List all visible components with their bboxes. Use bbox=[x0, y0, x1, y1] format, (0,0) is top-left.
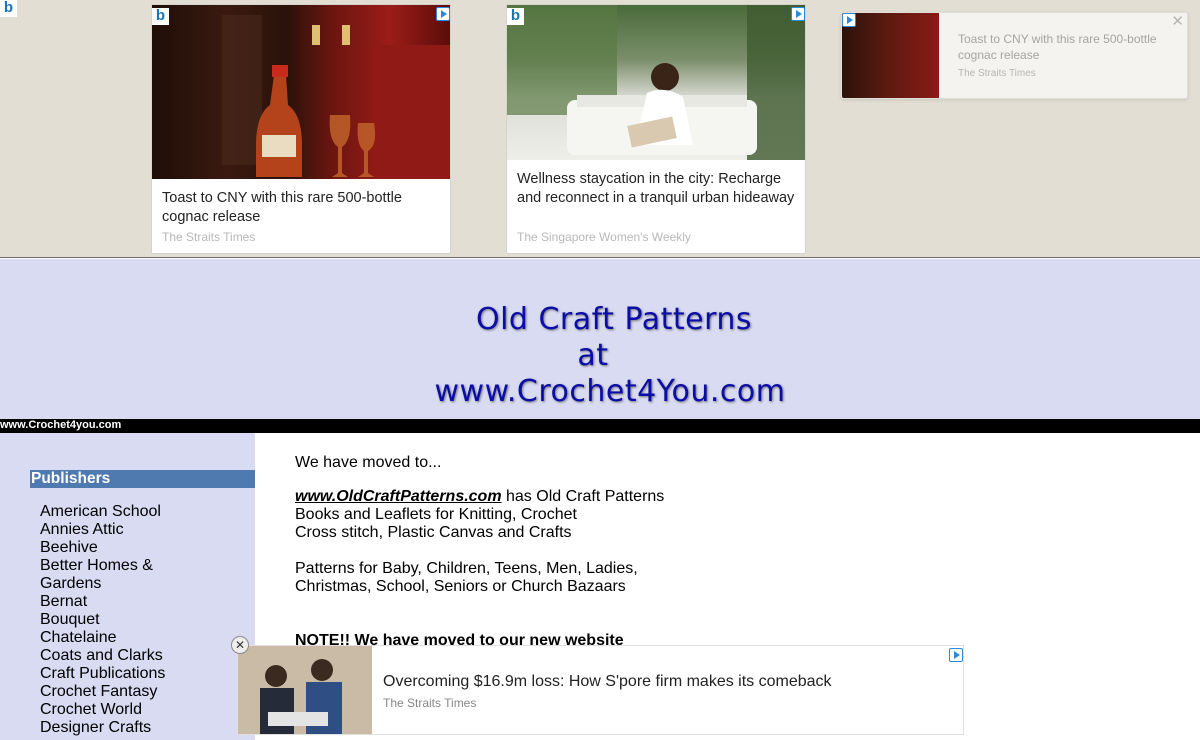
site-url-bar: www.Crochet4you.com bbox=[0, 419, 1200, 433]
intro-paragraph: www.OldCraftPatterns.com has Old Craft P… bbox=[295, 488, 664, 542]
two-men-image bbox=[238, 646, 372, 734]
ad-title[interactable]: Wellness staycation in the city: Recharg… bbox=[517, 170, 797, 207]
ad-thumbnail[interactable] bbox=[842, 13, 939, 98]
site-title-line3: www.Crochet4You.com bbox=[434, 374, 786, 409]
site-banner: Old Craft Patterns at www.Crochet4You.co… bbox=[0, 259, 1200, 419]
ad-source: The Straits Times bbox=[958, 68, 1036, 79]
intro-line2: Books and Leaflets for Knitting, Crochet bbox=[295, 506, 577, 523]
sidebar: Publishers American School Annies Attic … bbox=[0, 433, 255, 740]
site-title-line2: at bbox=[577, 338, 609, 373]
publisher-link[interactable]: Beehive bbox=[40, 539, 170, 557]
ad-image[interactable] bbox=[152, 5, 450, 179]
ad-card-wellness[interactable]: b Wellness staycation in the city: Recha… bbox=[506, 4, 806, 254]
publishers-list: American School Annies Attic Beehive Bet… bbox=[40, 503, 170, 737]
bottom-ad[interactable]: Overcoming $16.9m loss: How S'pore firm … bbox=[237, 645, 964, 735]
new-site-link[interactable]: www.OldCraftPatterns.com bbox=[295, 488, 502, 505]
publisher-link[interactable]: Bernat bbox=[40, 593, 170, 611]
moved-notice: We have moved to... bbox=[295, 454, 442, 471]
publisher-link[interactable]: Designer Crafts bbox=[40, 719, 170, 737]
cognac-bottle-image bbox=[222, 15, 450, 179]
ad-title[interactable]: Toast to CNY with this rare 500-bottle c… bbox=[958, 31, 1168, 63]
close-icon[interactable]: ✕ bbox=[1171, 13, 1184, 30]
publishers-header: Publishers bbox=[30, 470, 255, 488]
ad-title[interactable]: Toast to CNY with this rare 500-bottle c… bbox=[162, 189, 442, 226]
publisher-link[interactable]: Annies Attic bbox=[40, 521, 170, 539]
ad-image[interactable] bbox=[507, 5, 805, 160]
ad-network-logo-icon[interactable]: b bbox=[152, 8, 169, 25]
site-title-line1: Old Craft Patterns bbox=[475, 302, 753, 337]
woman-reading-image bbox=[507, 5, 805, 160]
ad-headline[interactable]: Overcoming $16.9m loss: How S'pore firm … bbox=[383, 673, 832, 691]
ad-card-cognac[interactable]: b Toast to CNY with this rare 500-bottle… bbox=[151, 4, 451, 254]
patterns-line2: Christmas, School, Seniors or Church Baz… bbox=[295, 578, 626, 595]
adchoices-icon[interactable] bbox=[842, 13, 856, 27]
ad-source: The Singapore Women's Weekly bbox=[517, 230, 691, 244]
patterns-paragraph: Patterns for Baby, Children, Teens, Men,… bbox=[295, 560, 638, 596]
publisher-link[interactable]: Craft Publications bbox=[40, 665, 170, 683]
publisher-link[interactable]: Crochet Fantasy bbox=[40, 683, 170, 701]
site-url-label: www.Crochet4you.com bbox=[0, 419, 122, 431]
ad-card-cognac-small[interactable]: Toast to CNY with this rare 500-bottle c… bbox=[841, 12, 1188, 99]
close-ad-icon[interactable]: ✕ bbox=[231, 636, 249, 654]
adchoices-icon[interactable] bbox=[436, 7, 450, 21]
ad-network-logo-icon[interactable]: b bbox=[0, 0, 17, 17]
ad-source: The Straits Times bbox=[162, 230, 256, 244]
publisher-link[interactable]: Crochet World bbox=[40, 701, 170, 719]
publisher-link[interactable]: Bouquet bbox=[40, 611, 170, 629]
intro-line3: Cross stitch, Plastic Canvas and Crafts bbox=[295, 524, 572, 541]
ad-source: The Straits Times bbox=[383, 696, 477, 710]
publisher-link[interactable]: Better Homes & Gardens bbox=[40, 557, 170, 593]
adchoices-icon[interactable] bbox=[949, 648, 963, 662]
publisher-link[interactable]: Coats and Clarks bbox=[40, 647, 170, 665]
intro-text: has Old Craft Patterns bbox=[501, 488, 665, 505]
adchoices-icon[interactable] bbox=[791, 7, 805, 21]
site-title: Old Craft Patterns at www.Crochet4You.co… bbox=[0, 302, 1200, 410]
ad-thumbnail[interactable] bbox=[238, 646, 372, 734]
publisher-link[interactable]: American School bbox=[40, 503, 170, 521]
publisher-link[interactable]: Chatelaine bbox=[40, 629, 170, 647]
patterns-line1: Patterns for Baby, Children, Teens, Men,… bbox=[295, 560, 638, 577]
ad-strip: b b Toast to CNY with this rare 500-bott… bbox=[0, 0, 1200, 258]
ad-network-logo-icon[interactable]: b bbox=[507, 8, 524, 25]
